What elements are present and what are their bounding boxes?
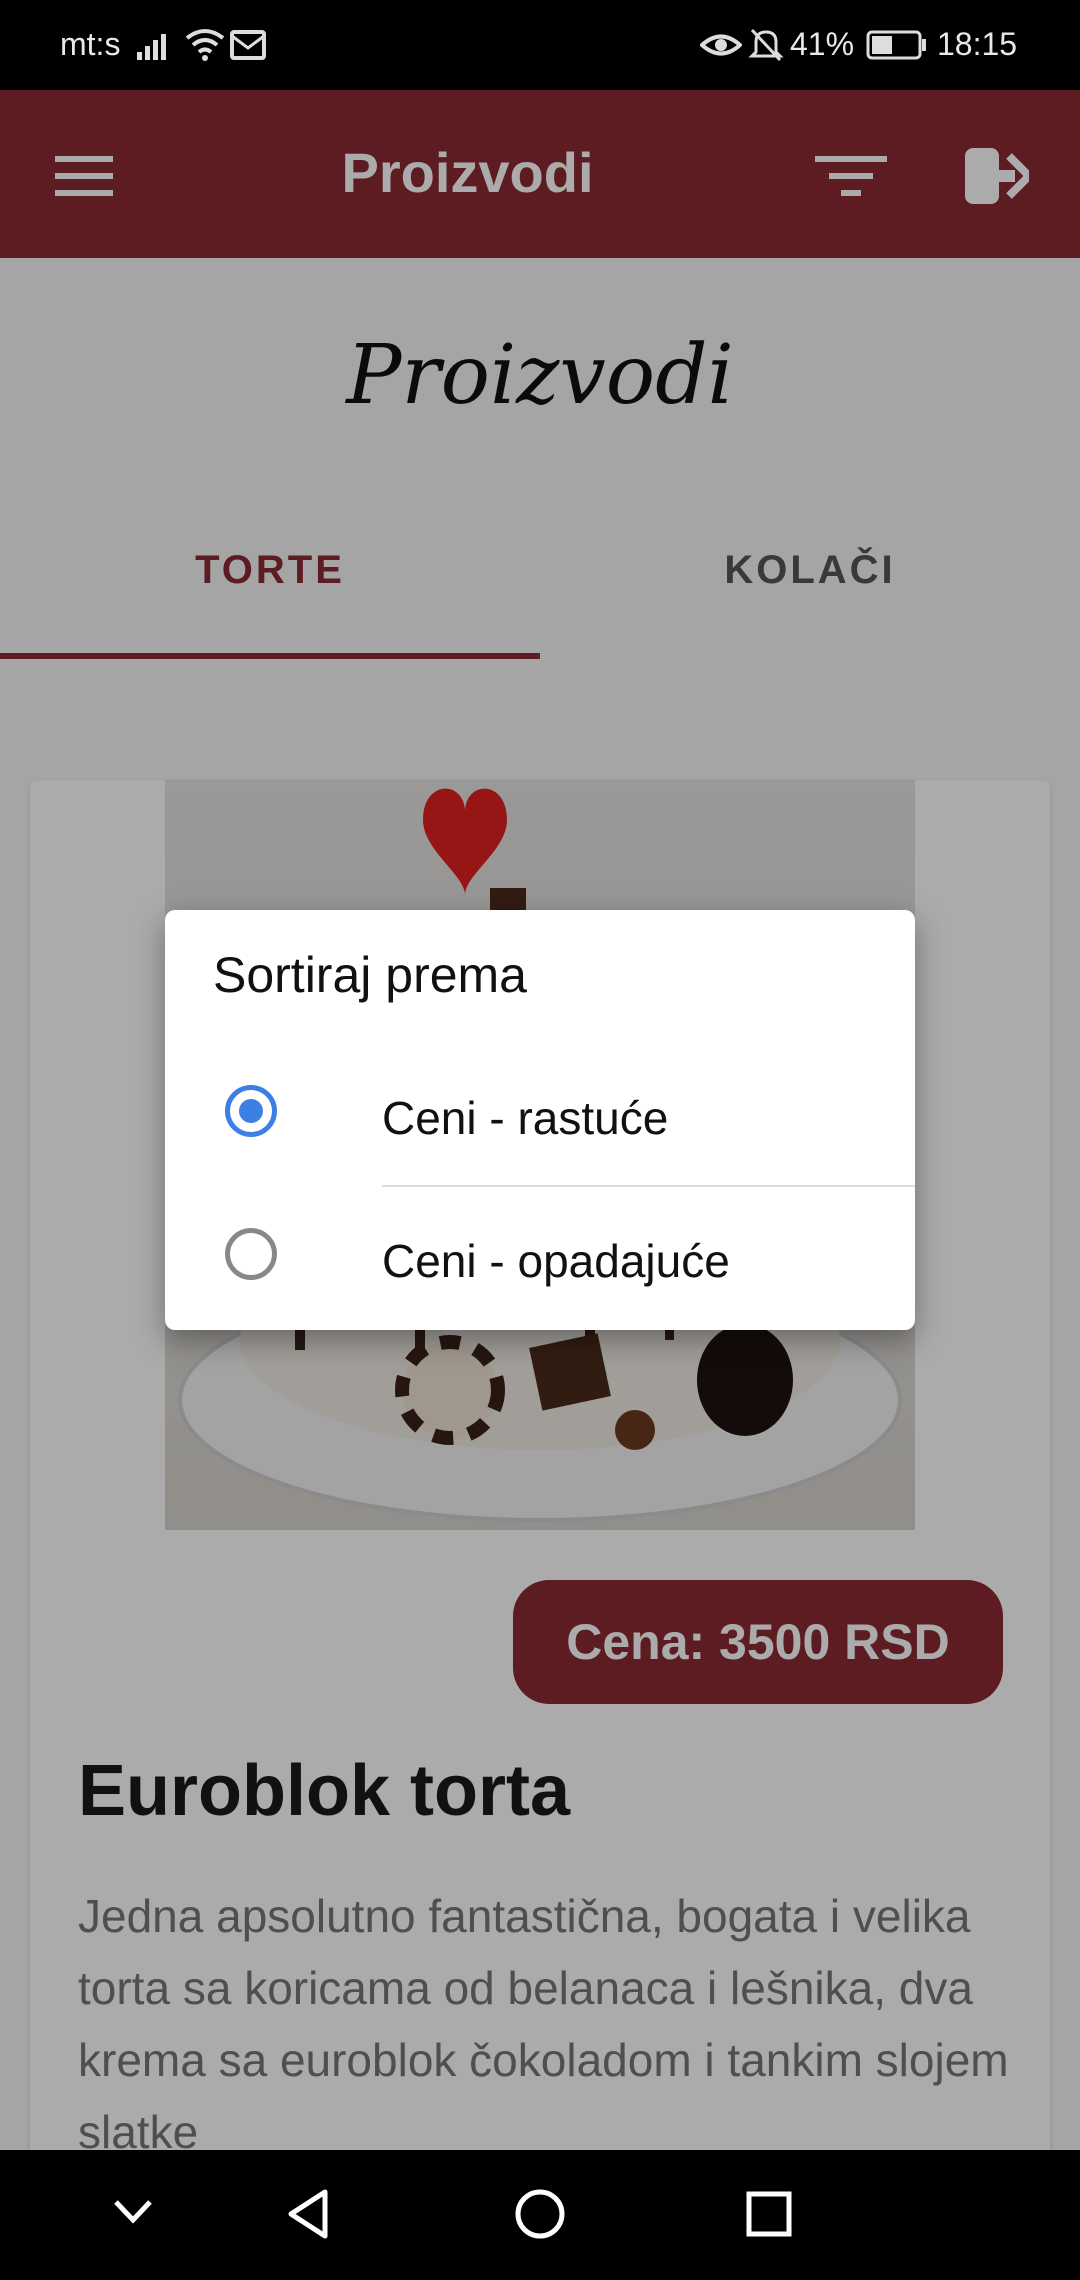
battery-percent: 41% xyxy=(790,26,855,62)
option-divider xyxy=(382,1185,915,1187)
home-icon[interactable] xyxy=(514,2188,566,2240)
recents-icon[interactable] xyxy=(745,2190,793,2238)
wifi-icon xyxy=(185,29,225,61)
message-icon xyxy=(230,30,266,60)
eye-icon xyxy=(700,34,742,56)
battery-icon xyxy=(866,30,926,60)
sort-option-descending[interactable]: Ceni - opadajuće xyxy=(165,1188,915,1328)
system-nav-bar xyxy=(0,2150,1080,2280)
mute-bell-icon xyxy=(748,28,784,62)
hide-keyboard-icon[interactable] xyxy=(112,2198,154,2226)
status-bar: mt:s 41% 18:15 xyxy=(0,0,1080,90)
sort-option-label: Ceni - opadajuće xyxy=(382,1235,730,1287)
back-icon[interactable] xyxy=(285,2188,331,2240)
sort-option-label: Ceni - rastuće xyxy=(382,1092,669,1144)
sort-dialog: Sortiraj prema Ceni - rastuće Ceni - opa… xyxy=(165,910,915,1330)
sort-option-ascending[interactable]: Ceni - rastuće xyxy=(165,1045,915,1185)
radio-unselected-icon[interactable] xyxy=(225,1228,277,1280)
signal-icon xyxy=(137,34,166,60)
carrier-label: mt:s xyxy=(60,26,121,62)
sort-dialog-title: Sortiraj prema xyxy=(213,947,527,1003)
radio-selected-icon[interactable] xyxy=(225,1085,277,1137)
clock: 18:15 xyxy=(937,26,1018,62)
